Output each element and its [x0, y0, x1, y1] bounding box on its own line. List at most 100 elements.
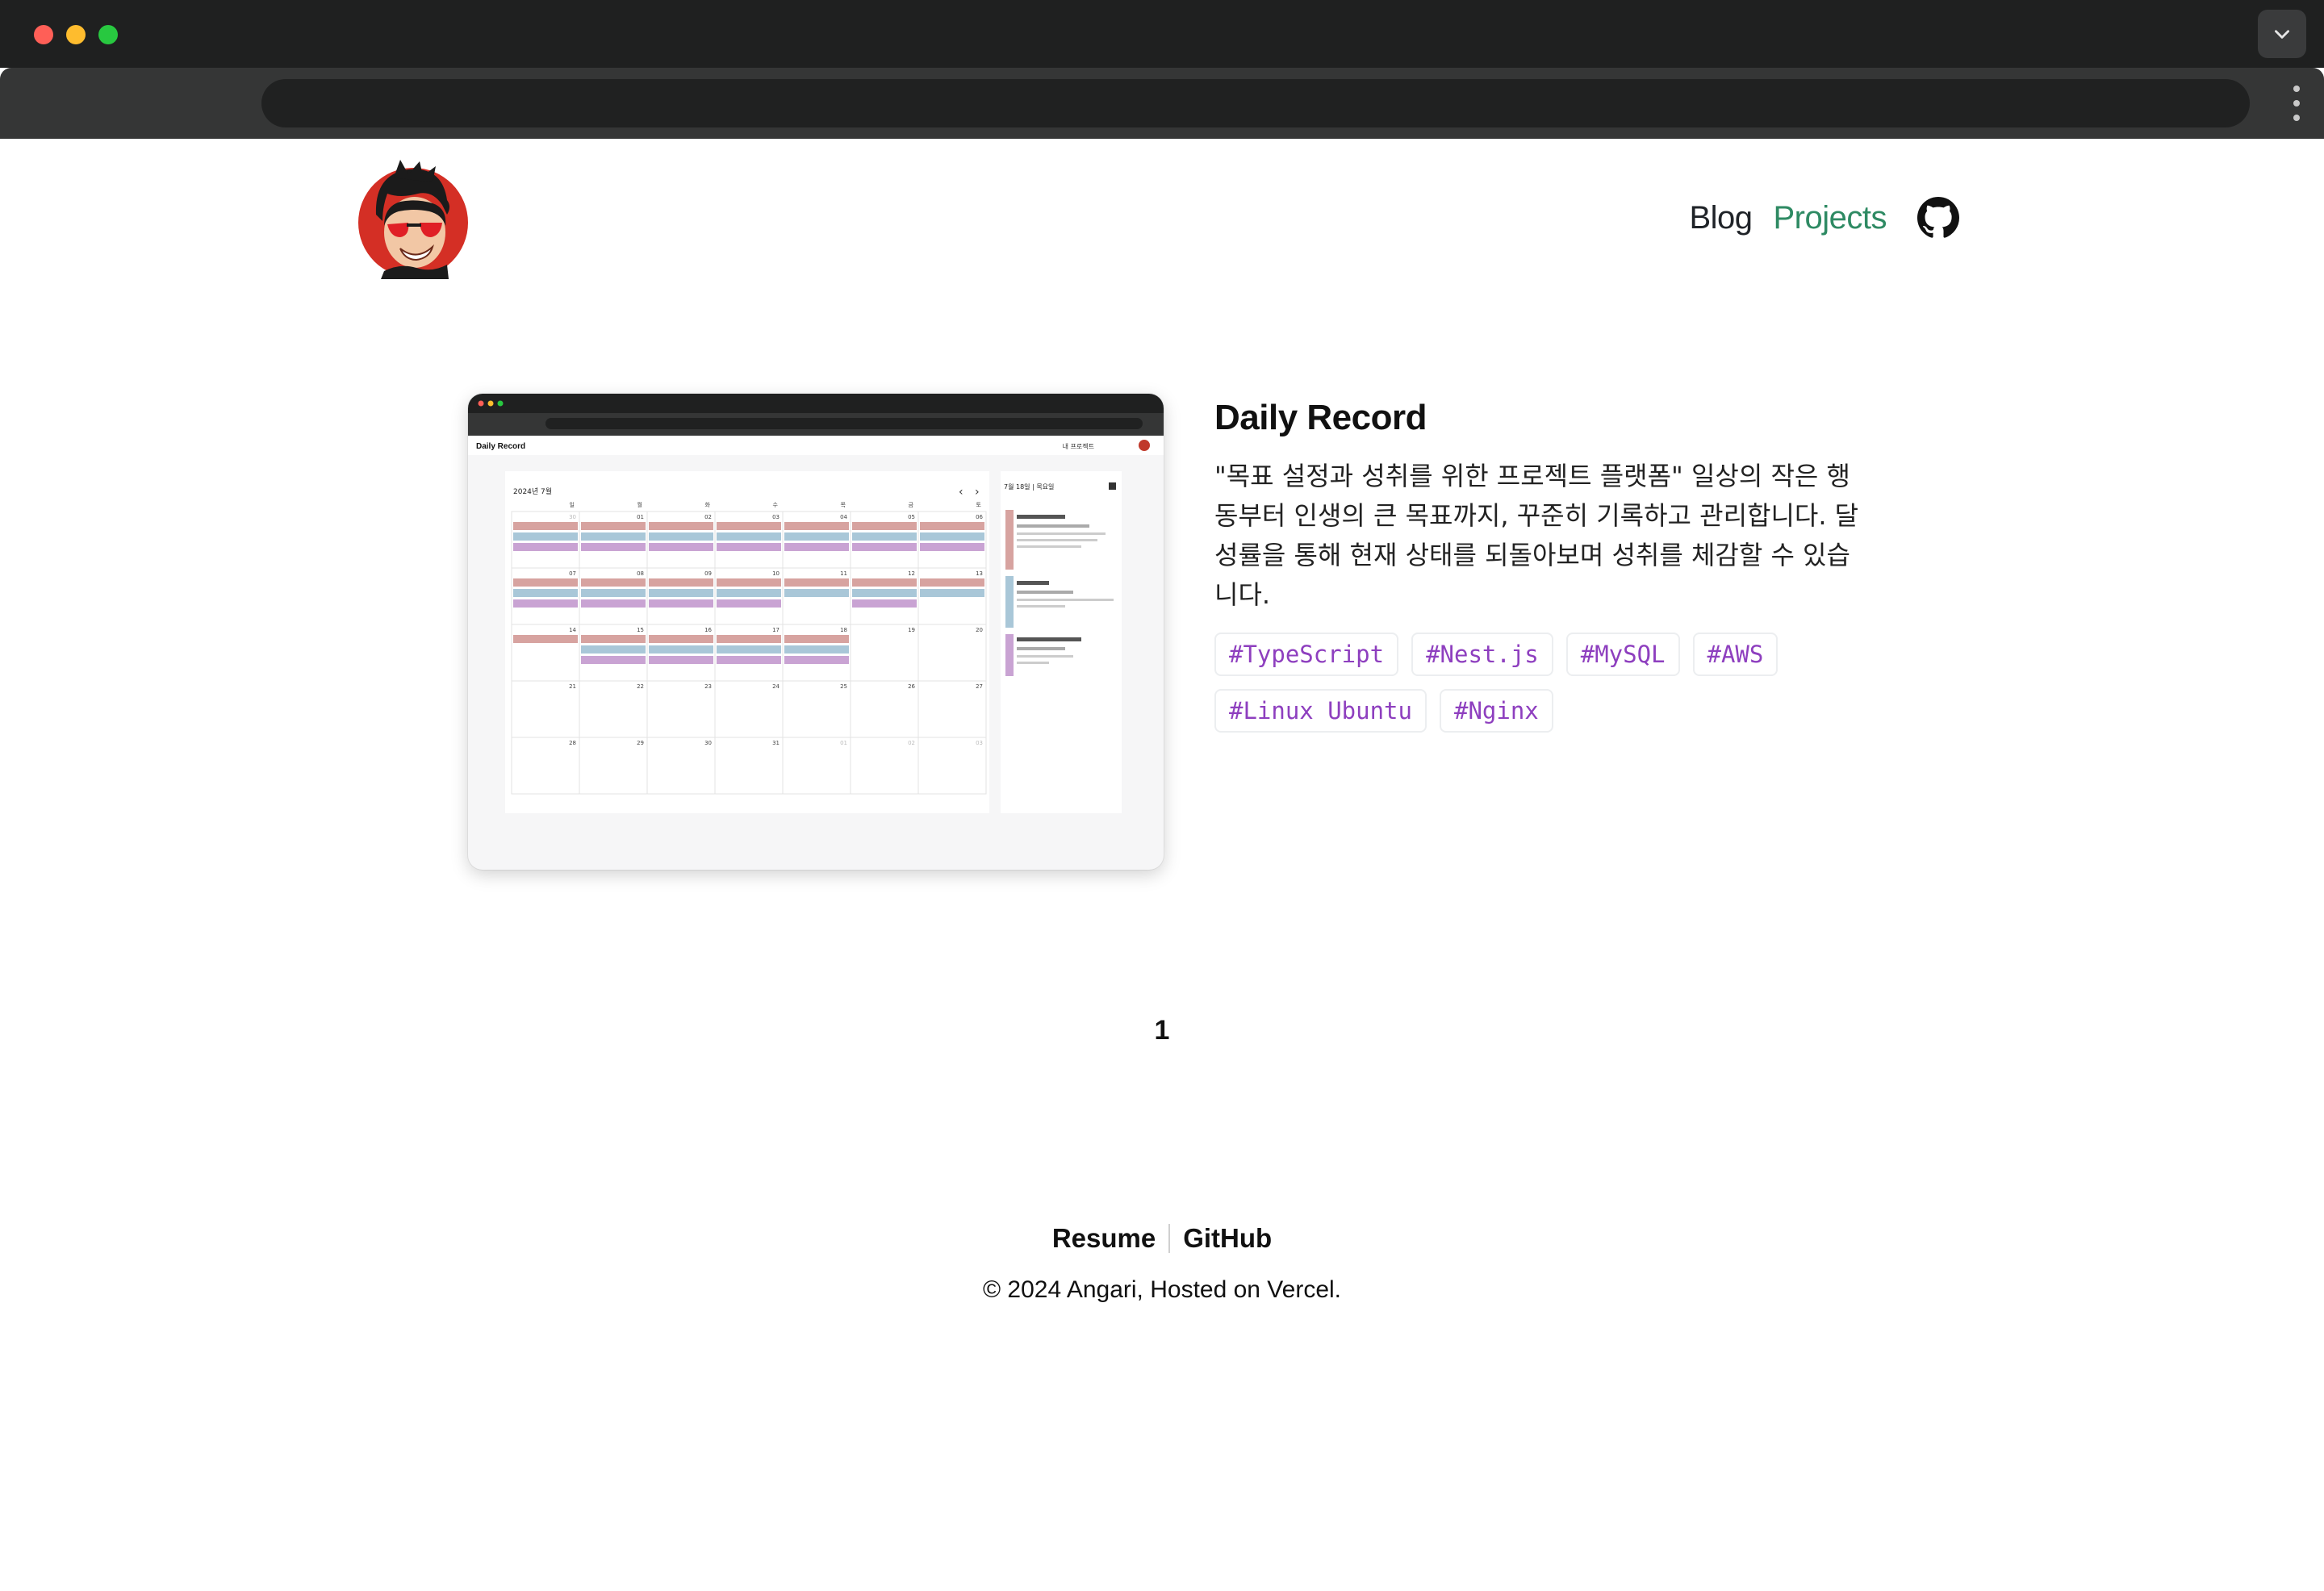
thumb-event-bar	[784, 543, 849, 551]
maximize-window-button[interactable]	[98, 25, 118, 44]
thumb-date-label: 19	[908, 627, 915, 633]
page-number-current[interactable]: 1	[1155, 1015, 1170, 1046]
avatar-icon	[358, 160, 468, 279]
thumb-date-label: 08	[637, 570, 644, 577]
project-thumbnail[interactable]: Daily Record 내 프로젝트 2024년 7월 ‹ › 일 월 화 수 목 금 토…	[468, 394, 1164, 870]
thumb-date-label: 31	[772, 740, 780, 746]
thumb-date-label: 01	[637, 514, 644, 520]
browser-menu-button[interactable]	[2288, 86, 2305, 121]
thumb-date-label: 13	[976, 570, 983, 577]
thumb-date-label: 27	[976, 683, 983, 690]
thumb-event-bar	[852, 532, 917, 541]
thumb-date-label: 01	[840, 740, 847, 746]
thumb-event-bar	[717, 635, 781, 643]
site-footer: Resume GitHub © 2024 Angari, Hosted on V…	[0, 1223, 2324, 1304]
thumb-event-bar	[852, 578, 917, 587]
tab-list-button[interactable]	[2258, 10, 2306, 58]
thumb-event-bar	[784, 522, 849, 530]
thumb-date-label: 12	[908, 570, 915, 577]
nav-link-blog[interactable]: Blog	[1689, 200, 1753, 236]
thumb-date-label: 10	[772, 570, 780, 577]
thumb-event-bar	[649, 656, 713, 664]
thumb-date-label: 14	[569, 627, 576, 633]
thumb-event-bar	[649, 599, 713, 608]
thumb-event-bar	[513, 599, 578, 608]
pagination: 1	[0, 1015, 2324, 1046]
thumb-date-label: 16	[704, 627, 712, 633]
thumb-date-label: 07	[569, 570, 576, 577]
project-title[interactable]: Daily Record	[1214, 394, 1860, 442]
thumb-event-bar	[649, 578, 713, 587]
close-window-button[interactable]	[34, 25, 53, 44]
thumb-event-bar	[649, 543, 713, 551]
thumb-event-bar	[784, 578, 849, 587]
main-nav: Blog Projects	[1689, 186, 1959, 250]
minimize-window-button[interactable]	[66, 25, 86, 44]
thumb-event-bar	[581, 589, 646, 597]
address-bar[interactable]	[261, 79, 2250, 127]
thumb-date-label: 05	[908, 514, 915, 520]
thumb-date-label: 06	[976, 514, 983, 520]
footer-divider	[1168, 1224, 1171, 1253]
tag[interactable]: #AWS	[1692, 633, 1779, 676]
browser-toolbar	[0, 68, 2324, 139]
thumb-date-label: 04	[840, 514, 847, 520]
thumb-event-bar	[717, 578, 781, 587]
thumb-date-label: 02	[908, 740, 915, 746]
thumb-event-bar	[649, 532, 713, 541]
thumb-app-name: Daily Record	[476, 442, 525, 451]
thumb-event-bar	[717, 599, 781, 608]
thumb-weekday: 월	[637, 501, 642, 508]
thumb-date-label: 26	[908, 683, 915, 690]
tag-list: #TypeScript #Nest.js #MySQL #AWS #Linux …	[1214, 633, 1844, 745]
thumb-weekday: 수	[773, 502, 779, 508]
thumb-weekday: 금	[909, 502, 914, 508]
thumb-date-label: 30	[704, 740, 712, 746]
thumb-date-label: 22	[637, 683, 644, 690]
thumb-weekday: 화	[705, 502, 711, 508]
chevron-down-icon	[2275, 30, 2289, 39]
thumb-month-label: 2024년 7월	[513, 486, 552, 496]
thumb-date-label: 23	[704, 683, 712, 690]
copyright-text: © 2024 Angari, Hosted on Vercel.	[982, 1276, 1342, 1303]
thumb-event-bar	[581, 645, 646, 654]
github-link[interactable]	[1917, 197, 1959, 239]
thumb-date-label: 29	[637, 740, 644, 746]
thumb-date-label: 17	[772, 627, 780, 633]
thumb-event-bar	[717, 532, 781, 541]
thumb-event-bar	[513, 543, 578, 551]
thumb-event-bar	[581, 578, 646, 587]
thumb-event-bar	[513, 578, 578, 587]
tag[interactable]: #Linux Ubuntu	[1214, 689, 1427, 733]
thumb-event-bar	[581, 543, 646, 551]
thumb-event-bar	[513, 589, 578, 597]
tag[interactable]: #Nginx	[1439, 689, 1553, 733]
thumb-event-bar	[717, 656, 781, 664]
thumb-event-bar	[784, 645, 849, 654]
thumb-date-label: 24	[772, 683, 780, 690]
thumb-event-bar	[581, 599, 646, 608]
thumb-date-label: 15	[637, 627, 644, 633]
svg-text:›: ›	[975, 486, 980, 499]
project-info: Daily Record "목표 설정과 성취를 위한 프로젝트 플랫폼" 일상…	[1214, 394, 1860, 745]
thumb-weekday: 토	[976, 502, 982, 508]
thumb-event-bar	[920, 532, 984, 541]
thumb-event-bar	[852, 589, 917, 597]
thumb-date-label: 28	[569, 740, 576, 746]
home-avatar-link[interactable]	[352, 158, 471, 281]
browser-titlebar	[0, 0, 2324, 68]
thumb-event-bar	[920, 578, 984, 587]
footer-link-resume[interactable]: Resume	[1052, 1223, 1156, 1254]
thumb-event-bar	[513, 532, 578, 541]
thumb-weekday: 일	[570, 501, 575, 508]
tag[interactable]: #TypeScript	[1214, 633, 1399, 676]
thumb-event-bar	[513, 635, 578, 643]
nav-link-projects[interactable]: Projects	[1774, 200, 1887, 236]
tag[interactable]: #MySQL	[1565, 633, 1680, 676]
thumb-event-bar	[784, 589, 849, 597]
tag[interactable]: #Nest.js	[1411, 633, 1553, 676]
footer-link-github[interactable]: GitHub	[1183, 1223, 1272, 1254]
thumb-date-label: 25	[840, 683, 847, 690]
github-icon	[1917, 197, 1959, 238]
thumb-date-label: 02	[704, 514, 712, 520]
